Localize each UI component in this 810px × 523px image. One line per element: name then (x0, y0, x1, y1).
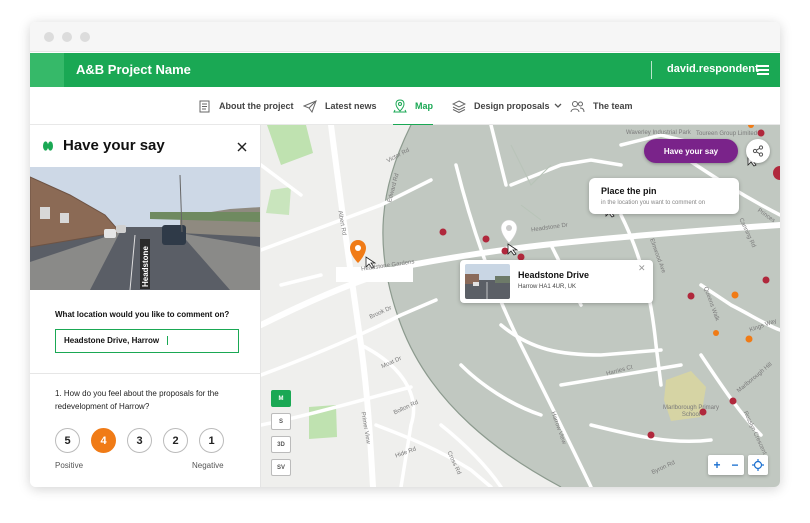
view-mode-satellite[interactable]: S (271, 413, 291, 430)
view-mode-map[interactable]: M (271, 390, 291, 407)
positive-label: Positive (55, 461, 84, 470)
window-minimize-dot[interactable] (62, 32, 72, 42)
nav-label-design-proposals: Design proposals (474, 101, 550, 111)
header-divider (651, 61, 652, 79)
document-icon (199, 100, 210, 112)
user-name[interactable]: david.respondent (667, 63, 759, 75)
app-header: A&B Project Name david.respondent (30, 53, 780, 87)
map-pin-icon (393, 99, 407, 113)
paper-plane-icon (303, 99, 317, 113)
map-label-waverley-industrial-park: Waverley Industrial Park (626, 130, 691, 136)
street-view-photo: Headstone (30, 167, 260, 290)
nav-item-about[interactable]: About the project (198, 87, 294, 125)
people-icon (570, 100, 585, 112)
location-input[interactable]: Headstone Drive, Harrow (55, 329, 239, 353)
sentiment-question: 1. How do you feel about the proposals f… (55, 389, 219, 411)
browser-window: A&B Project Name david.respondent About … (30, 22, 780, 487)
nav-label-news: Latest news (325, 101, 377, 111)
share-button[interactable] (746, 139, 770, 163)
tooltip-title: Place the pin (601, 186, 657, 196)
location-question: What location would you like to comment … (55, 310, 230, 319)
location-input-value: Headstone Drive, Harrow (64, 336, 160, 345)
nav-item-team[interactable]: The team (570, 87, 633, 125)
window-maximize-dot[interactable] (80, 32, 90, 42)
window-close-dot[interactable] (44, 32, 54, 42)
panel-divider (30, 373, 260, 374)
brand-logo-block[interactable] (30, 53, 64, 87)
window-chrome (30, 22, 780, 52)
map-view[interactable]: Victor Rd Edward Rd Albert Rd Headstone … (261, 125, 780, 487)
chevron-down-icon (554, 103, 561, 108)
zoom-control: + − (708, 455, 744, 475)
nav-label-about: About the project (219, 101, 294, 111)
view-mode-streetview[interactable]: SV (271, 459, 291, 476)
panel-title: Have your say (63, 137, 165, 154)
rating-1-button[interactable]: 1 (199, 428, 224, 453)
project-title[interactable]: A&B Project Name (76, 62, 191, 77)
view-mode-3d[interactable]: 3D (271, 436, 291, 453)
nav-item-design-proposals[interactable]: Design proposals (452, 87, 562, 125)
map-label-toureen-group: Toureen Group Limited (696, 131, 758, 137)
rating-3-button[interactable]: 3 (127, 428, 152, 453)
close-icon[interactable] (237, 142, 247, 152)
main-nav: About the project Latest news Map Design… (30, 87, 780, 126)
have-your-say-button[interactable]: Have your say (644, 139, 738, 163)
nav-item-map[interactable]: Map (393, 87, 433, 126)
street-sign-text: Headstone (141, 246, 150, 287)
nav-label-team: The team (593, 101, 633, 111)
rating-2-button[interactable]: 2 (163, 428, 188, 453)
location-card-title: Headstone Drive (518, 270, 590, 280)
location-card[interactable]: Headstone Drive Harrow HA1 4UR, UK ✕ (460, 260, 653, 303)
rating-4-button[interactable]: 4 (91, 428, 116, 453)
location-thumbnail (465, 264, 510, 299)
panel-header: Have your say (30, 125, 260, 167)
speech-bubbles-icon (43, 141, 53, 151)
card-close-icon[interactable]: ✕ (638, 263, 646, 274)
map-label-marlborough-school: Marlborough Primary School (662, 405, 720, 418)
tooltip-subtitle: in the location you want to comment on (601, 200, 706, 206)
zoom-in-button[interactable]: + (713, 458, 720, 472)
negative-label: Negative (192, 461, 224, 470)
share-icon (752, 145, 764, 157)
text-caret (167, 336, 169, 346)
zoom-out-button[interactable]: − (731, 458, 738, 472)
rating-5-button[interactable]: 5 (55, 428, 80, 453)
have-your-say-panel: Have your say Headstone What location wo… (30, 125, 261, 487)
place-pin-tooltip: Place the pin in the location you want t… (589, 178, 739, 214)
crosshair-icon (752, 459, 764, 471)
nav-item-news[interactable]: Latest news (303, 87, 377, 125)
my-location-button[interactable] (748, 455, 768, 475)
location-card-address: Harrow HA1 4UR, UK (518, 284, 577, 290)
nav-label-map: Map (415, 101, 433, 111)
layers-icon (452, 99, 466, 113)
hamburger-menu-icon[interactable] (757, 65, 769, 75)
